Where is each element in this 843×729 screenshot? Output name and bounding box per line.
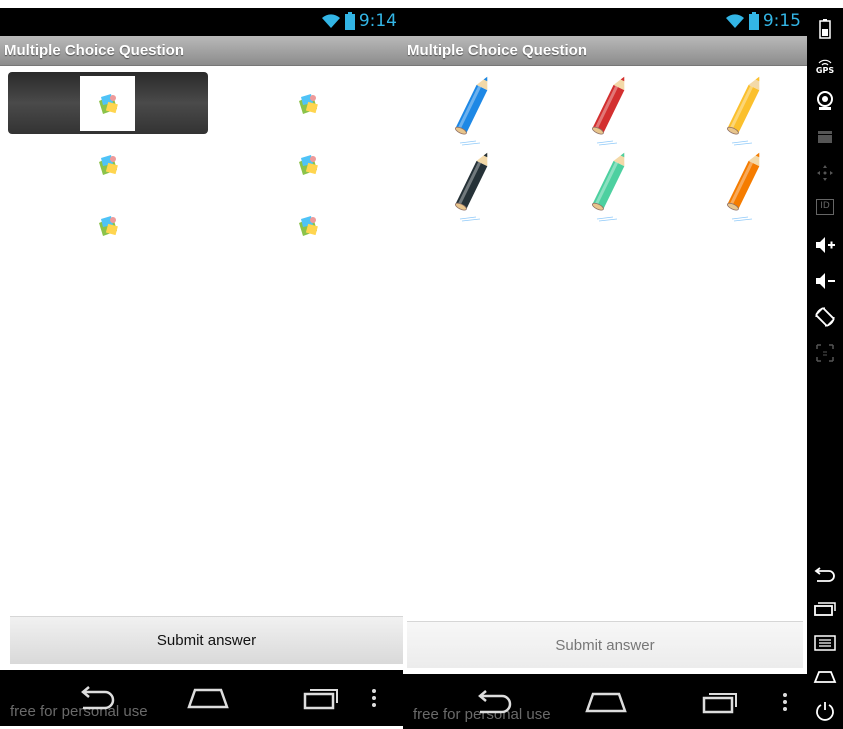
home-button[interactable] [583,686,629,718]
recent-apps-button[interactable] [697,686,743,718]
option-3[interactable] [80,137,135,192]
status-bar: 9:15 [403,8,807,36]
overflow-menu-icon [783,693,787,711]
media-control[interactable] [807,122,843,152]
recent-apps-button[interactable] [298,682,344,714]
camera-control[interactable] [807,86,843,116]
status-time: 9:14 [358,11,397,31]
option-4[interactable] [443,148,499,224]
back-button[interactable] [74,682,120,714]
back-icon [814,567,835,582]
gps-signal-icon [818,59,832,66]
submit-answer-button[interactable]: Submit answer [10,616,403,664]
orange-pencil-icon [727,152,760,222]
action-bar: Multiple Choice Question [0,36,403,66]
option-2[interactable] [580,72,636,148]
power-button[interactable] [807,696,843,726]
page-title: Multiple Choice Question [4,42,185,59]
black-pencil-icon [455,152,488,222]
navigation-bar: free for personal use [403,674,807,729]
menu-button[interactable] [807,628,843,658]
wifi-icon [725,14,744,28]
left-phone-screen: 9:14 Multiple Choice Question Submit ans… [0,0,403,729]
option-2[interactable] [280,76,335,131]
back-icon [81,686,115,710]
scale-icon [816,344,834,362]
battery-control[interactable] [807,14,843,44]
rotate-screen-icon [815,307,835,327]
page-title: Multiple Choice Question [407,42,588,59]
gps-label: GPS [815,66,835,75]
home-button[interactable] [185,682,231,714]
green-pencil-icon [592,152,625,222]
menu-button[interactable] [775,686,795,718]
volume-down-icon [816,273,835,289]
placeholder-image-icon [298,93,318,114]
option-3[interactable] [715,72,771,148]
rotate-button[interactable] [807,302,843,332]
recent-apps-icon [303,689,338,710]
home-icon [585,692,627,713]
gps-control[interactable]: GPS [807,52,843,82]
action-bar: Multiple Choice Question [403,36,807,66]
red-pencil-icon [592,76,625,146]
dpad-icon [817,165,833,181]
option-5[interactable] [580,148,636,224]
option-6[interactable] [715,148,771,224]
menu-button[interactable] [364,682,384,714]
back-button[interactable] [471,686,517,718]
battery-icon [748,12,759,30]
scale-button[interactable] [807,338,843,368]
option-5[interactable] [80,198,135,253]
back-button[interactable] [807,560,843,590]
power-icon [816,702,834,721]
overflow-menu-icon [372,689,376,707]
status-bar: 9:14 [0,8,403,36]
recent-apps-icon [702,693,737,714]
navigation-bar: free for personal use [0,670,403,726]
option-1[interactable] [80,76,135,131]
home-icon [813,671,837,683]
battery-icon [344,12,355,30]
emulator-sidebar: GPS ID [807,8,843,729]
placeholder-image-icon [298,154,318,175]
volume-up-button[interactable] [807,230,843,260]
menu-icon [814,635,836,651]
device-id-control[interactable]: ID [807,192,843,222]
placeholder-image-icon [98,154,118,175]
id-label: ID [816,199,834,215]
yellow-pencil-icon [727,76,760,146]
home-icon [187,688,229,709]
wifi-icon [321,14,340,28]
home-button[interactable] [807,662,843,692]
placeholder-image-icon [98,93,118,114]
blue-pencil-icon [455,76,488,146]
volume-down-button[interactable] [807,266,843,296]
clapperboard-icon [818,131,832,143]
webcam-icon [817,91,833,110]
dpad-control[interactable] [807,158,843,188]
volume-up-icon [816,237,835,253]
placeholder-image-icon [298,215,318,236]
option-1[interactable] [443,72,499,148]
option-4[interactable] [280,137,335,192]
status-time: 9:15 [762,11,801,31]
recent-apps-button[interactable] [807,594,843,624]
submit-answer-button[interactable]: Submit answer [407,621,803,668]
back-icon [478,690,512,714]
right-phone-screen: 9:15 Multiple Choice Question Submit ans… [403,0,807,729]
option-6[interactable] [280,198,335,253]
placeholder-image-icon [98,215,118,236]
battery-icon [819,19,831,39]
recent-apps-icon [814,602,836,616]
